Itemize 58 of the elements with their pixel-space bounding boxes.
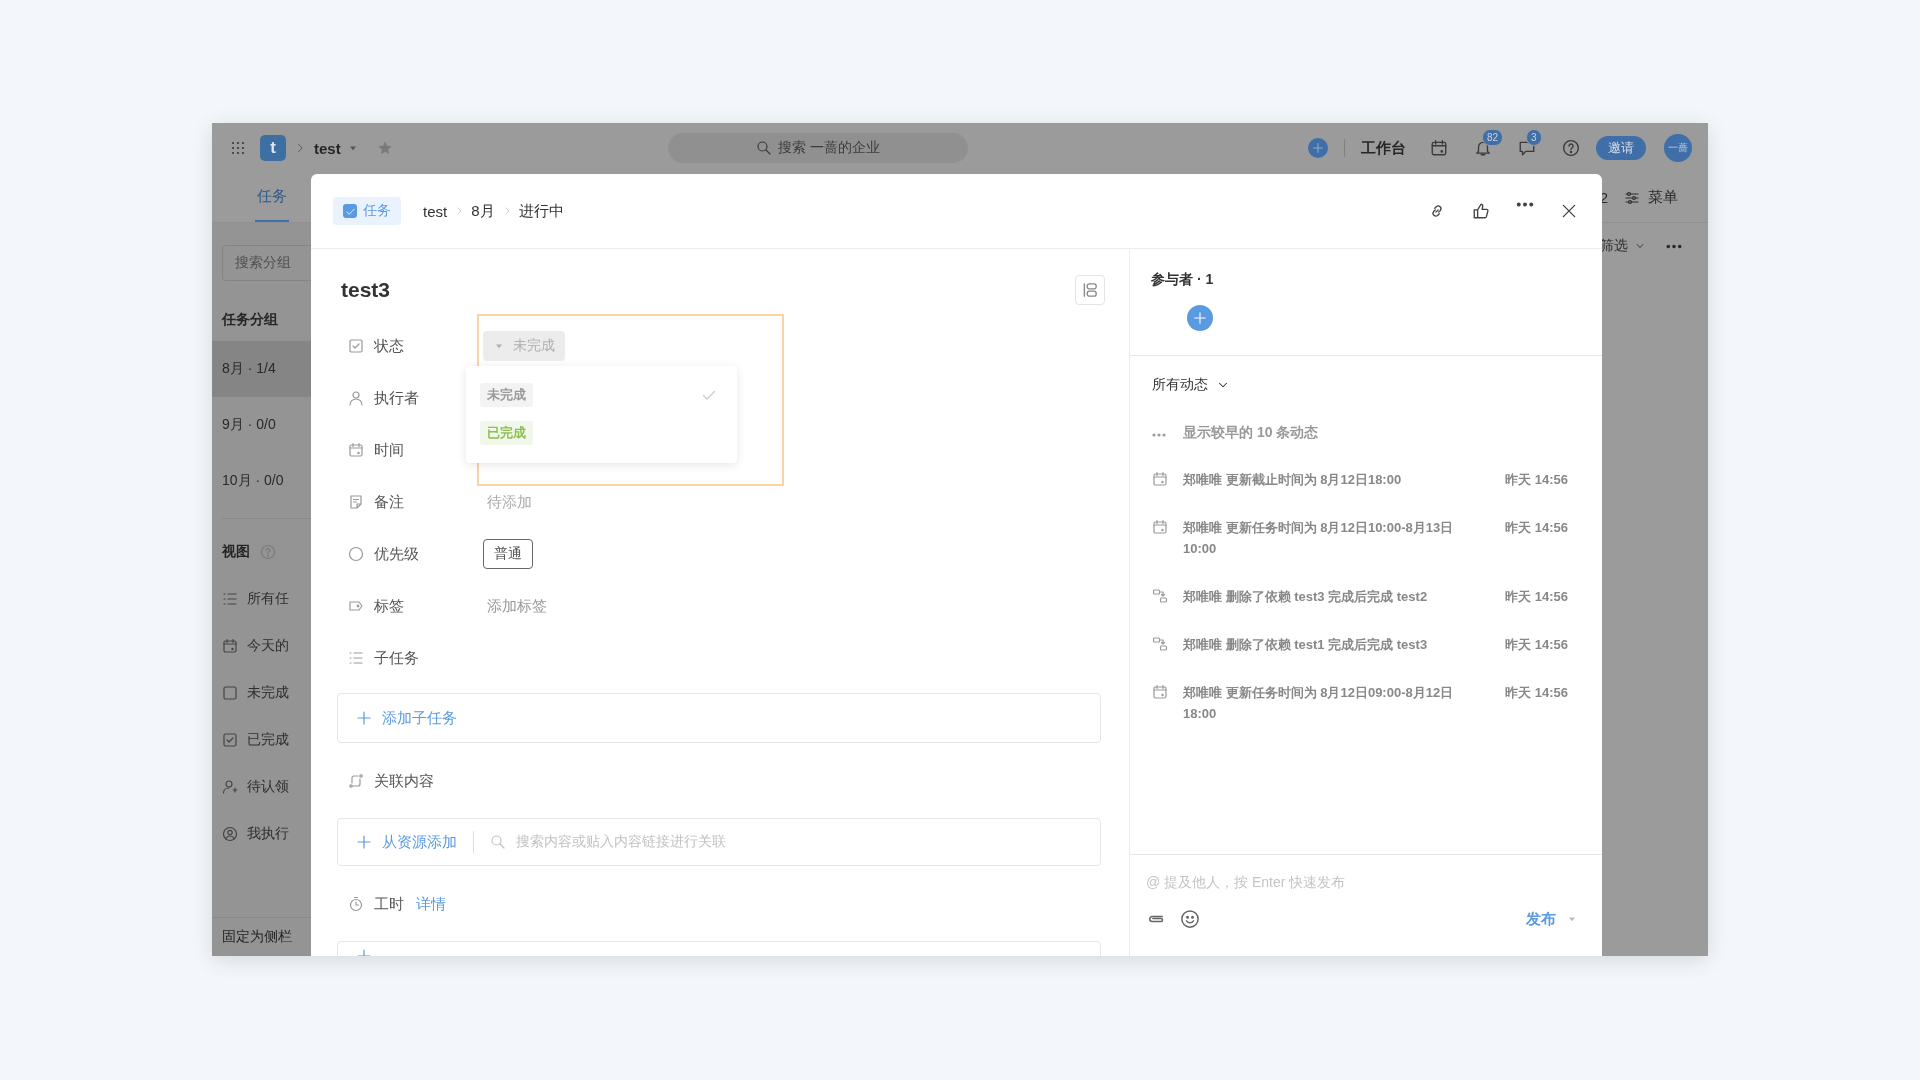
status-tag: 未完成 bbox=[480, 383, 533, 407]
view-item[interactable]: 未完成 bbox=[222, 669, 311, 716]
activity-text: 郑唯唯 删除了依赖 test1 完成后完成 test3 bbox=[1183, 636, 1429, 654]
invite-button[interactable]: 邀请 bbox=[1596, 136, 1646, 160]
participants-title: 参与者 · 1 bbox=[1151, 271, 1215, 289]
app-logo[interactable]: t bbox=[260, 135, 286, 161]
section-title: 任务分组 bbox=[222, 311, 278, 329]
add-from-resource-button[interactable]: 从资源添加 bbox=[356, 832, 457, 852]
field-label: 标签 bbox=[374, 596, 404, 616]
activity-time: 昨天 14:56 bbox=[1504, 588, 1568, 606]
section-title: 视图 bbox=[222, 543, 250, 561]
group-item[interactable]: 8月 · 1/4 bbox=[212, 341, 311, 397]
activity-text: 郑唯唯 更新任务时间为 8月12日10:00-8月13日 10:00 bbox=[1183, 519, 1455, 558]
task-title[interactable]: test3 bbox=[341, 278, 391, 302]
menu-button[interactable]: 菜单 bbox=[1648, 188, 1678, 207]
status-tag: 已完成 bbox=[480, 421, 533, 445]
task-type-tag: 任务 bbox=[333, 197, 401, 225]
activity-time: 昨天 14:56 bbox=[1504, 471, 1568, 489]
section-title: 工时 bbox=[374, 894, 404, 914]
view-item[interactable]: 所有任 bbox=[222, 575, 311, 622]
activity-time: 昨天 14:56 bbox=[1504, 636, 1568, 654]
activity-time: 昨天 14:56 bbox=[1504, 519, 1568, 537]
global-search-field[interactable]: 搜索 一蔷的企业 bbox=[667, 133, 968, 163]
view-item[interactable]: 今天的 bbox=[222, 622, 311, 669]
activity-time: 昨天 14:56 bbox=[1504, 684, 1568, 702]
message-badge: 3 bbox=[1526, 129, 1542, 146]
breadcrumb-item[interactable]: test bbox=[423, 202, 448, 220]
show-earlier-link[interactable]: 显示较早的 10 条动态 bbox=[1183, 424, 1319, 442]
breadcrumb-item[interactable]: 8月 bbox=[471, 201, 495, 221]
priority-tag[interactable]: 普通 bbox=[483, 539, 533, 569]
section-title: 关联内容 bbox=[374, 771, 434, 791]
activity-text: 郑唯唯 更新任务时间为 8月12日09:00-8月12日 18:00 bbox=[1183, 684, 1455, 723]
add-subtask-button[interactable]: 添加子任务 bbox=[356, 708, 457, 728]
activity-filter[interactable]: 所有动态 bbox=[1152, 372, 1230, 398]
project-name[interactable]: test bbox=[314, 139, 341, 157]
field-label: 状态 bbox=[374, 336, 404, 356]
view-item[interactable]: 已完成 bbox=[222, 716, 311, 763]
workbench-link[interactable]: 工作台 bbox=[1361, 138, 1406, 158]
details-link[interactable]: 详情 bbox=[416, 894, 446, 914]
view-item[interactable]: 我执行 bbox=[222, 810, 311, 857]
activity-text: 郑唯唯 删除了依赖 test3 完成后完成 test2 bbox=[1183, 588, 1429, 606]
field-placeholder[interactable]: 待添加 bbox=[483, 492, 532, 512]
publish-button[interactable]: 发布 bbox=[1526, 909, 1578, 929]
field-label: 备注 bbox=[374, 492, 404, 512]
field-label: 时间 bbox=[374, 440, 404, 460]
activity-text: 郑唯唯 更新截止时间为 8月12日18:00 bbox=[1183, 471, 1403, 489]
group-item[interactable]: 9月 · 0/0 bbox=[212, 397, 311, 453]
group-item[interactable]: 10月 · 0/0 bbox=[212, 453, 311, 509]
view-item[interactable]: 待认领 bbox=[222, 763, 311, 810]
breadcrumb-item[interactable]: 进行中 bbox=[518, 201, 564, 221]
user-avatar[interactable]: 一蔷 bbox=[1664, 134, 1692, 162]
field-placeholder[interactable]: 添加标签 bbox=[483, 596, 547, 616]
notification-badge: 82 bbox=[1482, 129, 1504, 146]
field-label: 优先级 bbox=[374, 544, 419, 564]
comment-field[interactable]: @ 提及他人，按 Enter 快速发布 bbox=[1146, 874, 1578, 890]
field-label: 子任务 bbox=[374, 648, 419, 668]
field-label: 执行者 bbox=[374, 388, 419, 408]
status-option[interactable]: 未完成 bbox=[480, 376, 717, 414]
